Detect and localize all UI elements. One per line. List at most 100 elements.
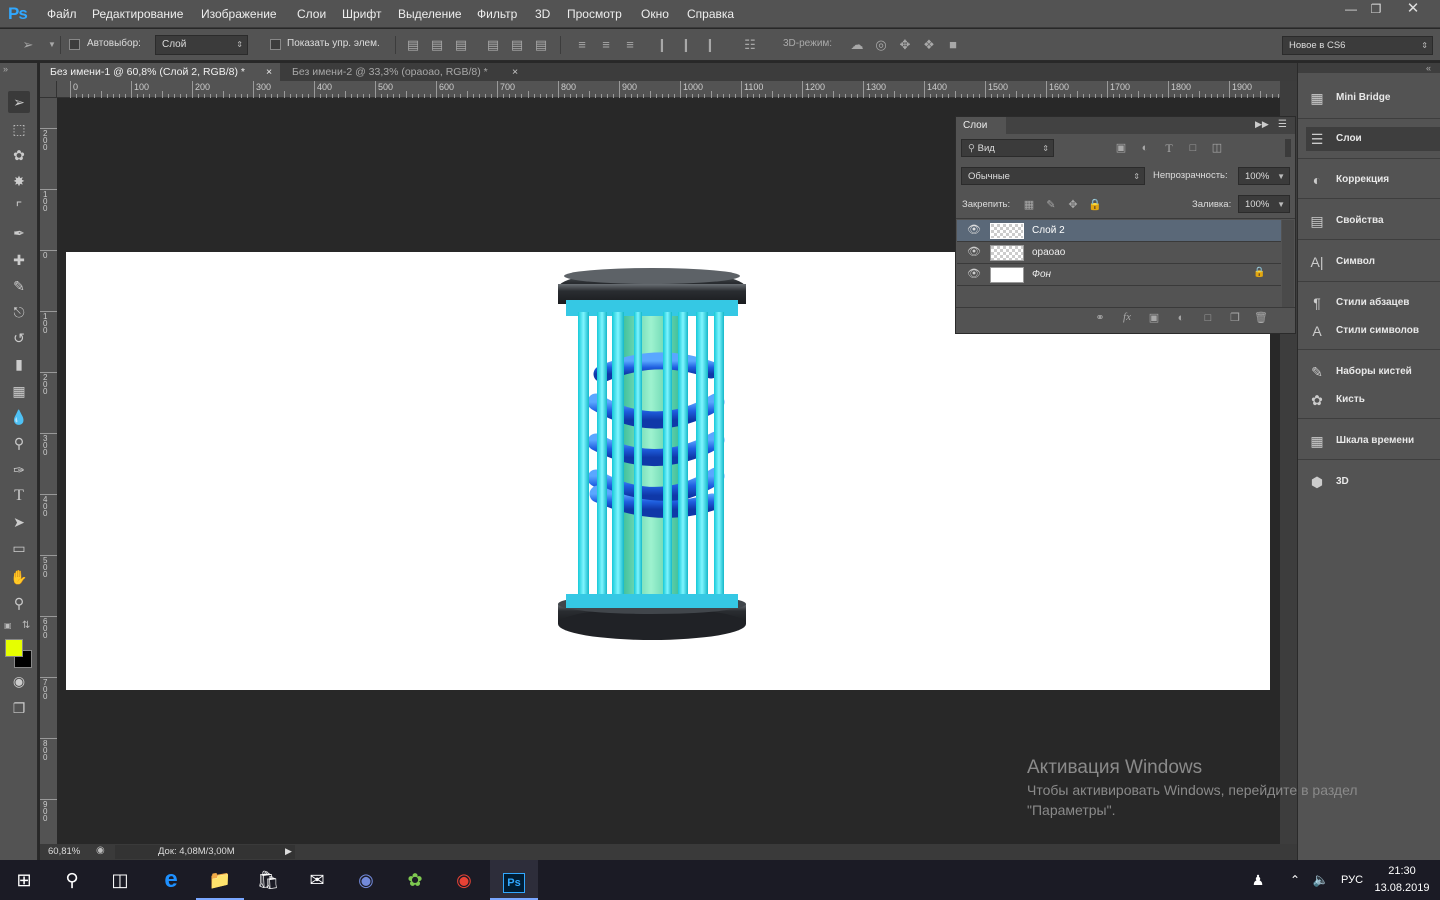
app-icon[interactable]: ✿: [391, 860, 439, 900]
dock-adjustments[interactable]: ◐ Коррекция: [1306, 168, 1436, 192]
lock-all-icon[interactable]: 🔒: [1087, 198, 1103, 212]
menu-image[interactable]: Изображение: [201, 0, 277, 28]
layer-name[interactable]: ораоао: [1032, 247, 1065, 258]
layers-panel-tab[interactable]: Слои: [956, 117, 1006, 134]
layer-row-oraoao[interactable]: 👁 ораоао: [957, 242, 1281, 264]
people-icon[interactable]: ♟: [1238, 860, 1278, 900]
visibility-eye-icon[interactable]: 👁: [967, 245, 981, 258]
layer-name[interactable]: Фон: [1032, 269, 1051, 280]
menu-help[interactable]: Справка: [687, 0, 734, 28]
dock-mini-bridge[interactable]: ▦ Mini Bridge: [1306, 86, 1436, 110]
clone-stamp-tool-icon[interactable]: ⎋: [8, 301, 30, 323]
fill-input[interactable]: 100% ▼: [1238, 195, 1290, 213]
filter-type-icon[interactable]: T: [1161, 141, 1177, 155]
dock-character-styles[interactable]: A Стили символов: [1306, 319, 1436, 343]
link-layers-icon[interactable]: ⚭: [1092, 311, 1108, 325]
status-menu-arrow-icon[interactable]: ▶: [285, 846, 292, 857]
lock-position-icon[interactable]: ✥: [1065, 198, 1081, 212]
close-tab-icon[interactable]: ×: [266, 63, 272, 81]
dock-properties[interactable]: ▤ Свойства: [1306, 209, 1436, 233]
quick-mask-icon[interactable]: ◉: [8, 670, 30, 692]
align-hcenter-icon[interactable]: ▤: [509, 38, 525, 52]
menu-select[interactable]: Выделение: [398, 0, 462, 28]
tab-document-2[interactable]: Без имени-2 @ 33,3% (ораоао, RGB/8) * ×: [282, 63, 527, 81]
dock-paragraph-styles[interactable]: ¶ Стили абзацев: [1306, 291, 1436, 315]
delete-layer-icon[interactable]: 🗑: [1253, 311, 1269, 325]
discord-icon[interactable]: ◉: [342, 860, 390, 900]
filter-shape-icon[interactable]: □: [1185, 141, 1201, 155]
foreground-color-swatch[interactable]: [5, 639, 23, 657]
photoshop-taskbar-icon[interactable]: Ps: [490, 860, 538, 900]
filter-smartobject-icon[interactable]: ◫: [1209, 141, 1225, 155]
zoom-tool-icon[interactable]: ⚲: [8, 592, 30, 614]
file-explorer-icon[interactable]: 📁: [196, 860, 244, 900]
blur-tool-icon[interactable]: 💧: [8, 406, 30, 428]
panel-menu-icon[interactable]: ☰: [1278, 119, 1287, 130]
dock-3d[interactable]: ⬢ 3D: [1306, 470, 1436, 494]
pen-tool-icon[interactable]: ✑: [8, 459, 30, 481]
dock-brush[interactable]: ✿ Кисть: [1306, 388, 1436, 412]
path-selection-tool-icon[interactable]: ➤: [8, 511, 30, 533]
crop-tool-icon[interactable]: ⌜: [8, 196, 30, 218]
quick-select-tool-icon[interactable]: ✸: [8, 170, 30, 192]
eraser-tool-icon[interactable]: ▮: [8, 353, 30, 375]
search-icon[interactable]: ⚲: [48, 860, 96, 900]
align-left-icon[interactable]: ▤: [485, 38, 501, 52]
layers-scrollbar[interactable]: [1282, 220, 1294, 308]
slide-3d-icon[interactable]: ❖: [921, 38, 937, 52]
eyedropper-tool-icon[interactable]: ✒: [8, 222, 30, 244]
align-vcenter-icon[interactable]: ▤: [429, 38, 445, 52]
autoselect-checkbox[interactable]: [69, 39, 80, 50]
adjustment-layer-icon[interactable]: ◐: [1173, 311, 1189, 325]
collapse-dock-icon[interactable]: «: [1426, 63, 1431, 73]
menu-view[interactable]: Просмотр: [567, 0, 622, 28]
dock-character[interactable]: A| Символ: [1306, 250, 1436, 274]
menu-layers[interactable]: Слои: [297, 0, 326, 28]
preset-chevron-down-icon[interactable]: ▼: [44, 38, 60, 52]
show-hidden-icons-icon[interactable]: ⌃: [1283, 860, 1307, 900]
dock-brush-presets[interactable]: ✎ Наборы кистей: [1306, 360, 1436, 384]
menu-filter[interactable]: Фильтр: [477, 0, 517, 28]
show-transform-checkbox[interactable]: [270, 39, 281, 50]
visibility-eye-icon[interactable]: 👁: [967, 267, 981, 280]
mail-icon[interactable]: ✉: [293, 860, 341, 900]
swap-colors-icon[interactable]: ⇅: [22, 620, 30, 631]
chrome-icon[interactable]: ◉: [440, 860, 488, 900]
layer-style-fx-icon[interactable]: fx: [1119, 310, 1135, 324]
lock-image-icon[interactable]: ✎: [1043, 198, 1059, 212]
menu-type[interactable]: Шрифт: [342, 0, 381, 28]
hand-tool-icon[interactable]: ✋: [8, 566, 30, 588]
lock-transparent-icon[interactable]: ▦: [1021, 198, 1037, 212]
filter-adjustment-icon[interactable]: ◐: [1137, 141, 1153, 155]
dock-layers[interactable]: ☰ Слои: [1306, 127, 1440, 151]
status-info-icon[interactable]: ◉: [96, 845, 105, 856]
collapse-toolbox-icon[interactable]: »: [3, 64, 8, 74]
align-right-icon[interactable]: ▤: [533, 38, 549, 52]
dodge-tool-icon[interactable]: ⚲: [8, 432, 30, 454]
scale-3d-icon[interactable]: ■: [945, 38, 961, 52]
autoselect-dropdown[interactable]: Слой ⇕: [155, 35, 248, 55]
layer-filter-dropdown[interactable]: ⚲ Вид ⇕: [961, 139, 1054, 157]
filter-pixel-icon[interactable]: ▣: [1113, 141, 1129, 155]
restore-button[interactable]: ❐: [1360, 0, 1392, 20]
screen-mode-icon[interactable]: ❐: [8, 697, 30, 719]
gradient-tool-icon[interactable]: ▦: [8, 380, 30, 402]
auto-align-icon[interactable]: ☷: [742, 38, 758, 52]
menu-window[interactable]: Окно: [641, 0, 669, 28]
store-icon[interactable]: 🛍: [244, 860, 292, 900]
volume-icon[interactable]: 🔈: [1309, 860, 1333, 900]
close-tab-icon[interactable]: ×: [512, 63, 518, 81]
rectangle-tool-icon[interactable]: ▭: [8, 537, 30, 559]
filter-toggle[interactable]: [1285, 139, 1291, 157]
distribute-top-icon[interactable]: ≡: [574, 38, 590, 52]
visibility-eye-icon[interactable]: 👁: [967, 223, 981, 236]
add-mask-icon[interactable]: ▣: [1146, 311, 1162, 325]
distribute-left-icon[interactable]: ❙: [654, 38, 670, 52]
lasso-tool-icon[interactable]: ✿: [8, 144, 30, 166]
orbit-3d-icon[interactable]: ☁: [849, 38, 865, 52]
layer-row-sloy2[interactable]: 👁 Слой 2: [957, 220, 1281, 242]
dock-timeline[interactable]: ▦ Шкала времени: [1306, 429, 1436, 453]
opacity-input[interactable]: 100% ▼: [1238, 167, 1290, 185]
menu-edit[interactable]: Редактирование: [92, 0, 183, 28]
roll-3d-icon[interactable]: ◎: [873, 38, 889, 52]
